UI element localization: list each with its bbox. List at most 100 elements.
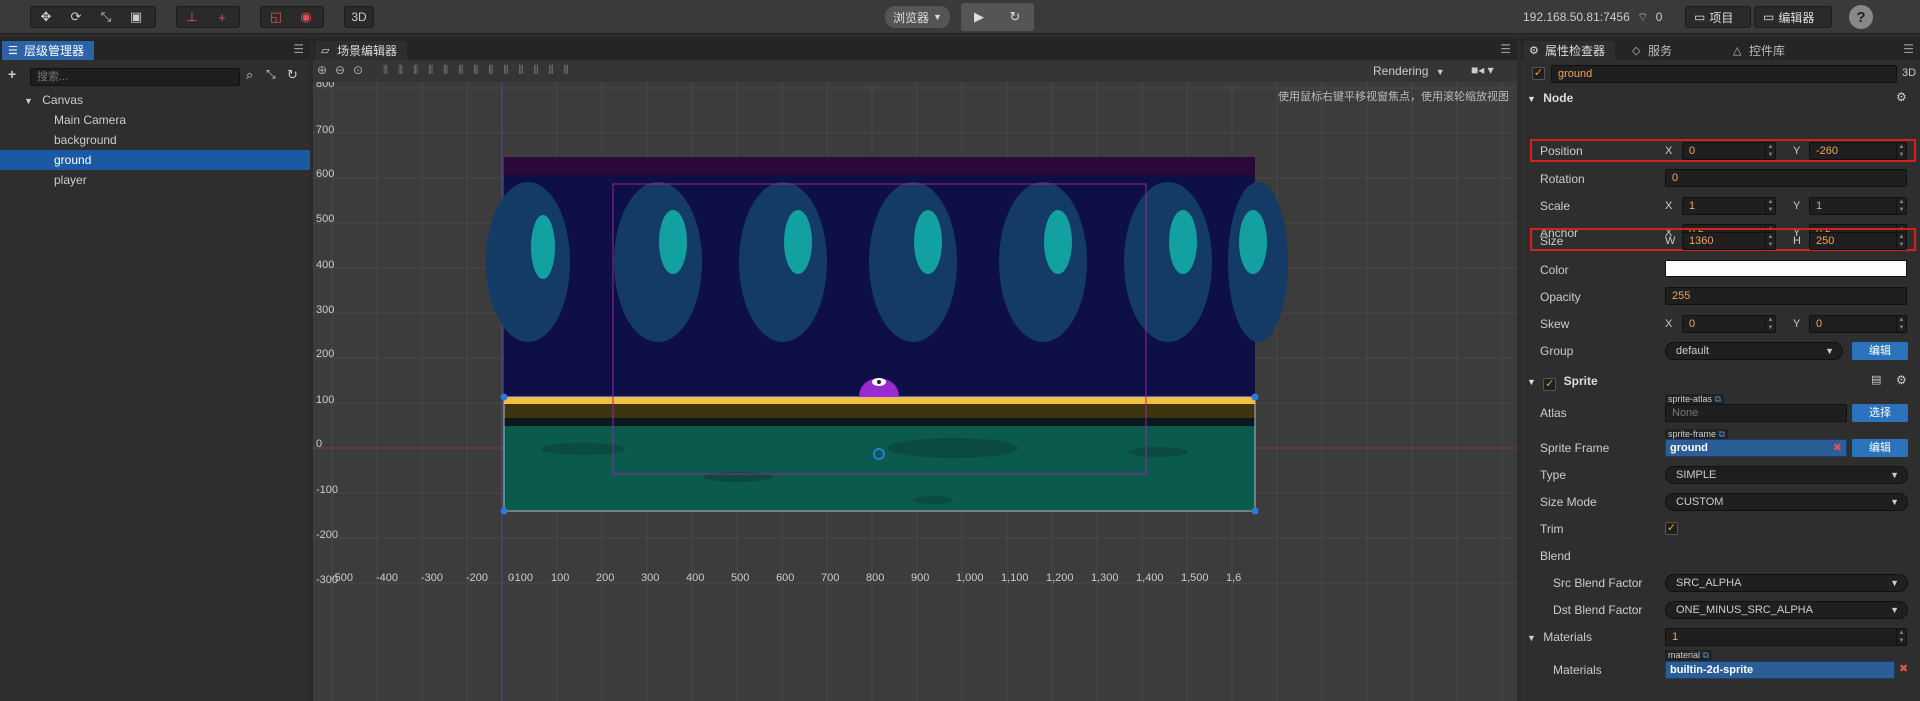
clear-icon[interactable]: ✖ xyxy=(1833,440,1842,456)
skew-y-field[interactable]: 0 ▲ ▼ xyxy=(1809,315,1907,333)
materials-count-field[interactable]: 1 ▲ ▼ xyxy=(1665,628,1907,646)
size-mode-select[interactable]: CUSTOM xyxy=(1665,493,1908,511)
rotate-tool-icon[interactable]: ⟳ xyxy=(61,7,91,27)
scale-x-field[interactable]: 1 ▲ ▼ xyxy=(1682,197,1776,215)
tab-hierarchy[interactable]: ☰ 层级管理器 xyxy=(2,41,95,60)
zoom-in-icon[interactable]: ⊕ xyxy=(317,63,327,77)
scene-icon: ▱ xyxy=(321,45,330,57)
size-h-field[interactable]: 250 ▲ ▼ xyxy=(1809,232,1907,250)
sprite-frame-field[interactable]: ground ✖ xyxy=(1665,439,1847,457)
position-y-field[interactable]: -260 ▲ ▼ xyxy=(1809,142,1907,160)
expand-arrow-icon[interactable]: ▼ xyxy=(24,96,33,106)
x-tick-label: -200 xyxy=(466,572,489,584)
gear-icon[interactable]: ⚙ xyxy=(1896,90,1907,104)
tree-item-background[interactable]: background xyxy=(0,130,310,150)
atlas-select-button[interactable]: 选择 xyxy=(1852,404,1908,422)
stepper-icon[interactable]: ▲▼ xyxy=(1896,316,1906,332)
tree-item-canvas[interactable]: ▼ Canvas xyxy=(0,90,310,110)
preview-platform-select[interactable]: 浏览器 ▼ xyxy=(885,6,950,28)
size-w-field[interactable]: 1360 ▲ ▼ xyxy=(1682,232,1776,250)
search-input[interactable]: 搜索... xyxy=(30,68,240,86)
background-sprite[interactable] xyxy=(486,157,1288,397)
group-edit-button[interactable]: 编辑 xyxy=(1852,342,1908,360)
position-x-field[interactable]: 0 ▲ ▼ xyxy=(1682,142,1776,160)
sprite-frame-edit-button[interactable]: 编辑 xyxy=(1852,439,1908,457)
rendering-select[interactable]: Rendering ▼ xyxy=(1373,64,1445,78)
node-section-header[interactable]: ▼ Node xyxy=(1521,87,1920,109)
tab-services[interactable]: ◇ 服务 xyxy=(1626,41,1682,60)
play-icon[interactable]: ▶ xyxy=(961,3,997,31)
camera-icon[interactable]: ■◂ ▾ xyxy=(1471,63,1494,77)
stepper-icon[interactable]: ▲▼ xyxy=(1896,198,1906,214)
type-select[interactable]: SIMPLE xyxy=(1665,466,1908,484)
doc-icon[interactable]: ▤ xyxy=(1871,373,1881,386)
sprite-atlas-tag-label: sprite-atlas xyxy=(1668,394,1713,404)
scale-y-label: Y xyxy=(1793,200,1801,212)
gear-icon[interactable]: ⚙ xyxy=(1896,373,1907,387)
scene-viewport[interactable]: 800 700 600 500 400 300 200 100 0 -100 -… xyxy=(313,82,1517,701)
scale-y-field[interactable]: 1 ▲ ▼ xyxy=(1809,197,1907,215)
sprite-section-header[interactable]: ▼ ✓ Sprite xyxy=(1521,370,1920,392)
tab-controls[interactable]: △ 控件库 xyxy=(1727,41,1795,60)
open-editor-button[interactable]: ▭ 编辑器 xyxy=(1754,6,1832,28)
scale-tool-icon[interactable]: ⤡ xyxy=(91,7,121,27)
stepper-icon[interactable]: ▲▼ xyxy=(1765,316,1775,332)
material-field[interactable]: builtin-2d-sprite xyxy=(1665,661,1895,679)
align-tools-icon[interactable]: ⫴⫴⫴⫴⫴⫴⫴⫴⫴⫴⫴⫴⫴ xyxy=(383,63,579,78)
stepper-icon[interactable]: ▲▼ xyxy=(1765,233,1775,249)
tree-item-label: Main Camera xyxy=(54,113,127,127)
node-name-field[interactable]: ground xyxy=(1551,65,1897,83)
tree-item-main-camera[interactable]: Main Camera xyxy=(0,110,310,130)
skew-x-field[interactable]: 0 ▲ ▼ xyxy=(1682,315,1776,333)
group-select[interactable]: default xyxy=(1665,342,1843,360)
hierarchy-tabbar: ☰ 层级管理器 ☰ xyxy=(0,38,310,60)
add-node-icon[interactable]: + xyxy=(8,66,16,82)
node-active-checkbox[interactable]: ✓ xyxy=(1532,67,1545,80)
panel-menu-icon[interactable]: ☰ xyxy=(293,42,304,56)
3d-toggle[interactable]: 3D xyxy=(1902,67,1916,79)
stepper-icon[interactable]: ▲▼ xyxy=(1896,143,1906,159)
tree-item-player[interactable]: player xyxy=(0,170,310,190)
search-icon[interactable]: ⌕ xyxy=(246,67,253,83)
tab-properties[interactable]: ⚙ 属性检查器 xyxy=(1523,41,1616,60)
center-icon[interactable]: + xyxy=(207,7,237,27)
panel-menu-icon[interactable]: ☰ xyxy=(1500,42,1511,56)
3d-toggle-button[interactable]: 3D xyxy=(344,6,374,28)
tab-scene[interactable]: ▱ 场景编辑器 xyxy=(315,41,408,60)
external-link-icon[interactable]: ⧉ xyxy=(1719,429,1725,439)
stepper-icon[interactable]: ▲▼ xyxy=(1765,143,1775,159)
src-blend-select[interactable]: SRC_ALPHA xyxy=(1665,574,1908,592)
stepper-icon[interactable]: ▲▼ xyxy=(1896,629,1906,645)
color-swatch[interactable] xyxy=(1665,260,1907,277)
open-project-button[interactable]: ▭ 项目 xyxy=(1685,6,1751,28)
atlas-field[interactable]: None xyxy=(1665,404,1847,422)
zoom-out-icon[interactable]: ⊖ xyxy=(335,63,345,77)
x-tick-label: 800 xyxy=(866,572,885,584)
scene-canvas[interactable] xyxy=(313,82,1517,701)
collapse-icon[interactable]: ⤡ xyxy=(266,67,276,82)
global-icon[interactable]: ◉ xyxy=(291,7,321,27)
panel-menu-icon[interactable]: ☰ xyxy=(1903,42,1914,56)
external-link-icon[interactable]: ⧉ xyxy=(1703,650,1709,660)
clear-icon[interactable]: ✖ xyxy=(1899,662,1908,675)
zoom-reset-icon[interactable]: ⊙ xyxy=(353,63,363,77)
stepper-icon[interactable]: ▲▼ xyxy=(1896,233,1906,249)
move-tool-icon[interactable]: ✥ xyxy=(31,7,61,27)
help-button[interactable]: ? xyxy=(1849,5,1873,29)
rotation-field[interactable]: 0 xyxy=(1665,169,1907,187)
refresh-icon[interactable]: ↻ xyxy=(287,67,298,83)
dst-blend-select[interactable]: ONE_MINUS_SRC_ALPHA xyxy=(1665,601,1908,619)
local-icon[interactable]: ◱ xyxy=(261,7,291,27)
stepper-icon[interactable]: ▲▼ xyxy=(1765,198,1775,214)
y-tick-label: 600 xyxy=(316,168,335,180)
opacity-field[interactable]: 255 xyxy=(1665,287,1907,305)
external-link-icon[interactable]: ⧉ xyxy=(1715,394,1721,404)
pivot-icon[interactable]: ⊥ xyxy=(177,7,207,27)
sprite-enabled-checkbox[interactable]: ✓ xyxy=(1543,378,1557,391)
preview-address: 192.168.50.81:7456 ⌔ 0 xyxy=(1523,10,1662,25)
tree-item-ground[interactable]: ground xyxy=(0,150,310,170)
trim-checkbox[interactable]: ✓ xyxy=(1665,522,1678,535)
refresh-icon[interactable]: ↻ xyxy=(997,3,1033,31)
ground-sprite[interactable] xyxy=(500,393,1259,515)
rect-tool-icon[interactable]: ▣ xyxy=(121,7,151,27)
